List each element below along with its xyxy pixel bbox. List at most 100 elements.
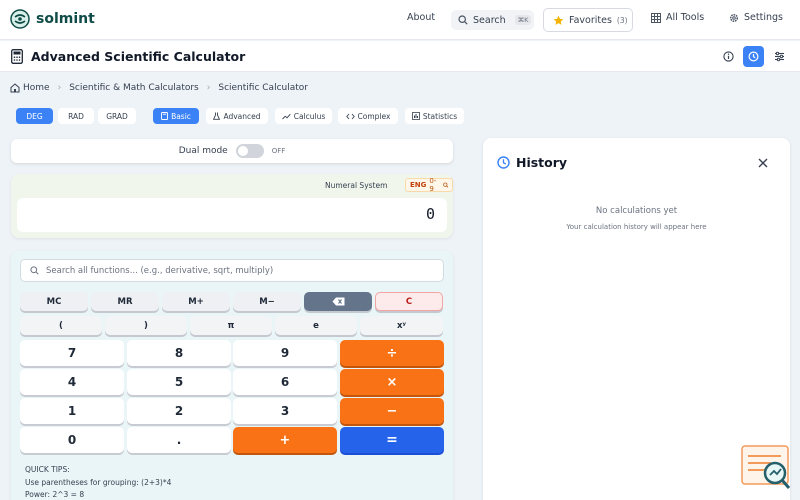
brand-logo[interactable]: solmint [10,9,95,29]
quick-tip-item: Use parentheses for grouping: (2+3)*4 [25,477,172,487]
star-icon [553,15,564,25]
tab-complex[interactable]: Complex [338,108,398,124]
key-close-paren[interactable]: ) [105,316,187,335]
nav-favorites-button[interactable]: Favorites (3) [543,8,633,32]
nav-settings-label: Settings [744,12,783,23]
calculator-display[interactable]: 0 [17,198,447,232]
gear-icon [729,13,739,22]
nav-favorites-label: Favorites [569,14,612,26]
calculator-icon [11,49,23,64]
chart-icon [411,112,420,120]
key-0[interactable]: 0 [20,427,124,453]
history-toggle-button[interactable] [743,46,764,67]
top-navigation: solmint About Search ⌘K Favorites (3) Al… [0,0,800,40]
key-add[interactable]: + [233,427,337,453]
brand-logo-icon [10,9,30,29]
breadcrumb-current: Scientific Calculator [218,83,308,93]
angle-mode-deg[interactable]: DEG [16,108,53,124]
home-icon [10,83,20,93]
key-mc[interactable]: MC [20,292,88,311]
dual-mode-toggle[interactable] [235,144,264,158]
key-decimal[interactable]: . [127,427,231,453]
key-8[interactable]: 8 [127,340,231,366]
key-m-plus[interactable]: M+ [162,292,230,311]
search-shortcut: ⌘K [514,15,532,25]
backspace-icon [332,297,344,306]
sliders-icon [775,51,784,62]
favorites-count: (3) [616,15,628,25]
tab-basic-label: Basic [171,111,191,121]
title-bar: Advanced Scientific Calculator [0,41,800,72]
dual-mode-state: OFF [271,147,286,155]
key-e[interactable]: e [275,316,357,335]
key-6[interactable]: 6 [233,369,337,395]
key-7[interactable]: 7 [20,340,124,366]
key-pi[interactable]: π [190,316,272,335]
nav-about[interactable]: About [407,12,435,23]
key-5[interactable]: 5 [127,369,231,395]
feedback-search-icon[interactable] [741,445,791,490]
search-icon [442,182,448,188]
calculator-icon [161,112,169,120]
key-clear[interactable]: C [375,292,443,311]
code-icon [345,113,355,119]
chevron-right-icon: › [57,83,62,93]
keypad-panel: MC MR M+ M− C ( ) π e xʸ 7 8 9 ÷ 4 5 6 ×… [11,251,453,500]
nav-settings[interactable]: Settings [729,12,783,23]
tab-advanced[interactable]: Advanced [206,108,268,124]
history-icon [748,51,759,62]
info-button[interactable] [718,46,739,67]
breadcrumb-category[interactable]: Scientific & Math Calculators [69,83,199,93]
clock-icon [497,156,510,169]
key-multiply[interactable]: × [340,369,444,395]
key-m-minus[interactable]: M− [233,292,301,311]
key-1[interactable]: 1 [20,398,124,424]
key-open-paren[interactable]: ( [20,316,102,335]
tab-calculus[interactable]: Calculus [275,108,332,124]
chevron-right-icon: › [206,83,211,93]
nav-all-tools-label: All Tools [666,12,705,23]
tab-statistics[interactable]: Statistics [405,108,464,124]
key-3[interactable]: 3 [233,398,337,424]
tab-calculus-label: Calculus [293,111,326,121]
key-subtract[interactable]: − [340,398,444,424]
page-title: Advanced Scientific Calculator [31,49,246,64]
history-title: History [516,155,568,170]
backspace-button[interactable] [304,292,372,311]
angle-mode-grad[interactable]: GRAD [98,108,136,124]
numeral-system-selector[interactable]: ENG 0-9 [405,177,453,193]
function-search[interactable] [20,259,444,282]
breadcrumb-home[interactable]: Home [23,83,50,93]
tab-complex-label: Complex [357,111,391,121]
numeral-system-code: ENG [410,181,427,189]
angle-mode-rad[interactable]: RAD [58,108,94,124]
nav-search-button[interactable]: Search ⌘K [451,10,534,30]
key-2[interactable]: 2 [127,398,231,424]
display-value: 0 [425,205,435,223]
dual-mode-bar: Dual mode OFF [11,139,453,163]
tab-advanced-label: Advanced [223,111,261,121]
flask-icon [213,112,221,120]
nav-all-tools[interactable]: All Tools [651,12,704,23]
brand-name: solmint [36,11,95,27]
numeral-system-label: Numeral System [325,181,388,190]
key-4[interactable]: 4 [20,369,124,395]
key-equals[interactable]: = [340,427,444,453]
tab-basic[interactable]: Basic [153,108,199,124]
key-power[interactable]: xʸ [360,316,443,335]
quick-tips-heading: QUICK TIPS: [25,465,70,474]
settings-sliders-button[interactable] [769,46,790,67]
calculator-display-panel: Numeral System ENG 0-9 0 [11,174,453,238]
key-divide[interactable]: ÷ [340,340,444,366]
key-mr[interactable]: MR [91,292,159,311]
close-icon[interactable] [757,157,769,169]
tab-statistics-label: Statistics [422,111,458,121]
nav-search-label: Search [473,14,506,26]
breadcrumb: Home › Scientific & Math Calculators › S… [10,83,308,93]
quick-tips: QUICK TIPS: Use parentheses for grouping… [25,464,171,500]
key-9[interactable]: 9 [233,340,337,366]
quick-tip-item: Power: 2^3 = 8 [25,490,85,499]
grid-icon [651,12,661,23]
history-empty-message: No calculations yet [595,206,678,216]
function-search-input[interactable] [46,265,426,276]
